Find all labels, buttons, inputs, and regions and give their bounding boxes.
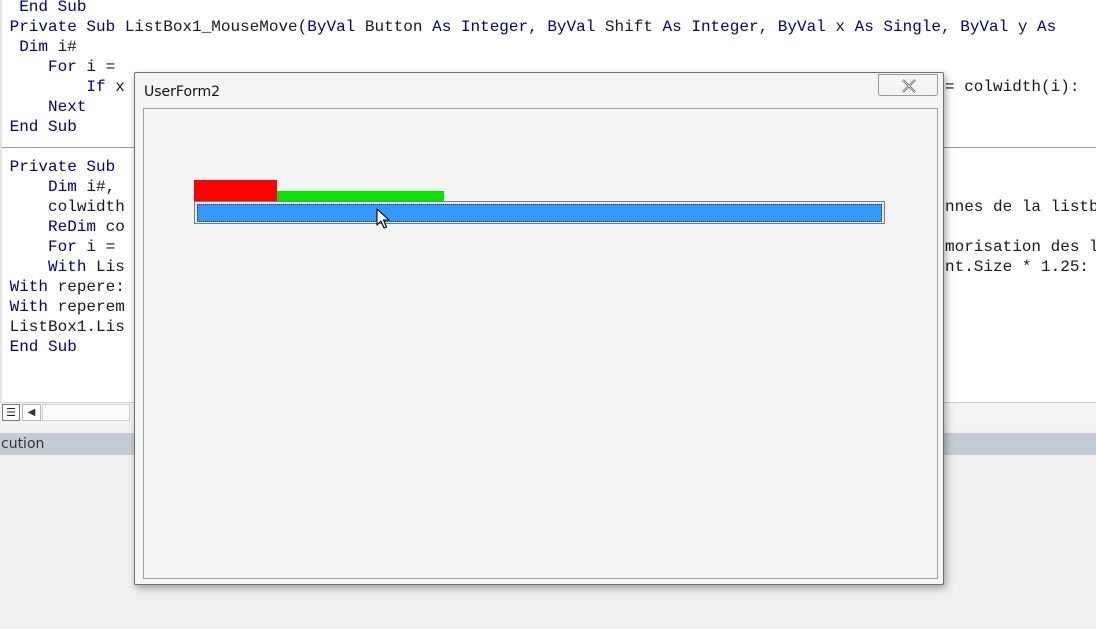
- code-line[interactable]: ReDim co: [0, 217, 125, 237]
- code-line[interactable]: Next: [0, 97, 86, 117]
- code-token: As Single: [854, 18, 942, 36]
- editor-margin: [0, 0, 2, 425]
- code-token: Button: [355, 18, 433, 36]
- listbox-selected-item[interactable]: [197, 204, 882, 222]
- execution-panel-label: cution: [1, 436, 45, 452]
- code-token: ByVal: [960, 18, 1009, 36]
- code-token: Dim: [0, 38, 49, 56]
- code-token: Lis: [86, 258, 125, 276]
- code-token: As: [1037, 18, 1057, 36]
- code-line[interactable]: End Sub: [0, 117, 77, 137]
- code-token: x: [825, 18, 855, 36]
- code-token: Next: [0, 98, 87, 116]
- code-token: For: [0, 58, 77, 76]
- close-x-icon: [902, 79, 916, 93]
- code-line[interactable]: For i =: [0, 57, 125, 77]
- code-token: If: [0, 78, 106, 96]
- code-line-fragment: = colwidth(i):: [945, 78, 1080, 96]
- code-token: ,: [758, 18, 778, 36]
- code-token: ByVal: [307, 18, 356, 36]
- code-line-fragment: morisation des l: [945, 238, 1096, 256]
- code-token: With: [0, 258, 87, 276]
- code-token: End Sub: [0, 338, 77, 356]
- code-token: co: [96, 218, 125, 236]
- userform-window[interactable]: UserForm2: [134, 72, 944, 585]
- code-line[interactable]: If x: [0, 77, 125, 97]
- code-token: y: [1008, 18, 1038, 36]
- code-line[interactable]: End Sub: [0, 337, 77, 357]
- code-line[interactable]: ListBox1.Lis: [0, 317, 125, 337]
- code-token: With: [0, 278, 49, 296]
- code-token: As Integer: [432, 18, 529, 36]
- code-token: Private Sub: [0, 158, 116, 176]
- code-line[interactable]: With reperem: [0, 297, 125, 317]
- code-line[interactable]: colwidth: [0, 197, 125, 217]
- form-client-area: [143, 108, 938, 579]
- code-line[interactable]: With repere:: [0, 277, 125, 297]
- code-line[interactable]: End Sub: [0, 0, 86, 17]
- listbox[interactable]: [194, 201, 885, 224]
- code-token: End Sub: [0, 0, 87, 16]
- scroll-track[interactable]: [42, 404, 130, 421]
- code-token: End Sub: [0, 118, 77, 136]
- code-token: ByVal: [547, 18, 596, 36]
- code-token: ListBox1.Lis: [0, 318, 125, 336]
- code-token: i =: [76, 238, 125, 256]
- column-marker-green: [277, 191, 444, 201]
- procedure-view-icon[interactable]: ☰: [2, 404, 20, 421]
- code-token: Shift: [595, 18, 663, 36]
- code-token: As Integer: [662, 18, 759, 36]
- code-token: colwidth: [0, 198, 125, 216]
- code-token: i =: [76, 58, 125, 76]
- code-line[interactable]: Private Sub: [0, 157, 116, 177]
- code-line[interactable]: With Lis: [0, 257, 125, 277]
- code-token: x: [105, 78, 125, 96]
- code-line[interactable]: Dim i#: [0, 37, 77, 57]
- code-token: For: [0, 238, 77, 256]
- code-token: With: [0, 298, 49, 316]
- close-button[interactable]: [878, 74, 938, 96]
- code-token: ByVal: [777, 18, 826, 36]
- code-token: i#,: [76, 178, 116, 196]
- code-token: ReDim: [0, 218, 97, 236]
- code-token: reperem: [48, 298, 125, 316]
- arrow-left-icon[interactable]: ◀: [22, 404, 41, 421]
- code-token: i#: [48, 38, 77, 56]
- code-line[interactable]: For i =: [0, 237, 125, 257]
- column-marker-red: [194, 180, 277, 201]
- code-token: Private Sub: [0, 18, 125, 36]
- window-title: UserForm2: [144, 84, 221, 100]
- code-token: ListBox1_MouseMove(: [124, 18, 308, 36]
- code-line[interactable]: Dim i#,: [0, 177, 115, 197]
- arrow-cursor-icon: [376, 208, 390, 229]
- code-token: repere:: [48, 278, 125, 296]
- code-token: ,: [941, 18, 961, 36]
- code-line[interactable]: Private Sub ListBox1_MouseMove(ByVal But…: [0, 17, 1057, 37]
- code-token: ,: [528, 18, 548, 36]
- code-token: Dim: [0, 178, 77, 196]
- code-line-fragment: nnes de la listb: [945, 198, 1096, 216]
- code-line-fragment: nt.Size * 1.25:: [945, 258, 1090, 276]
